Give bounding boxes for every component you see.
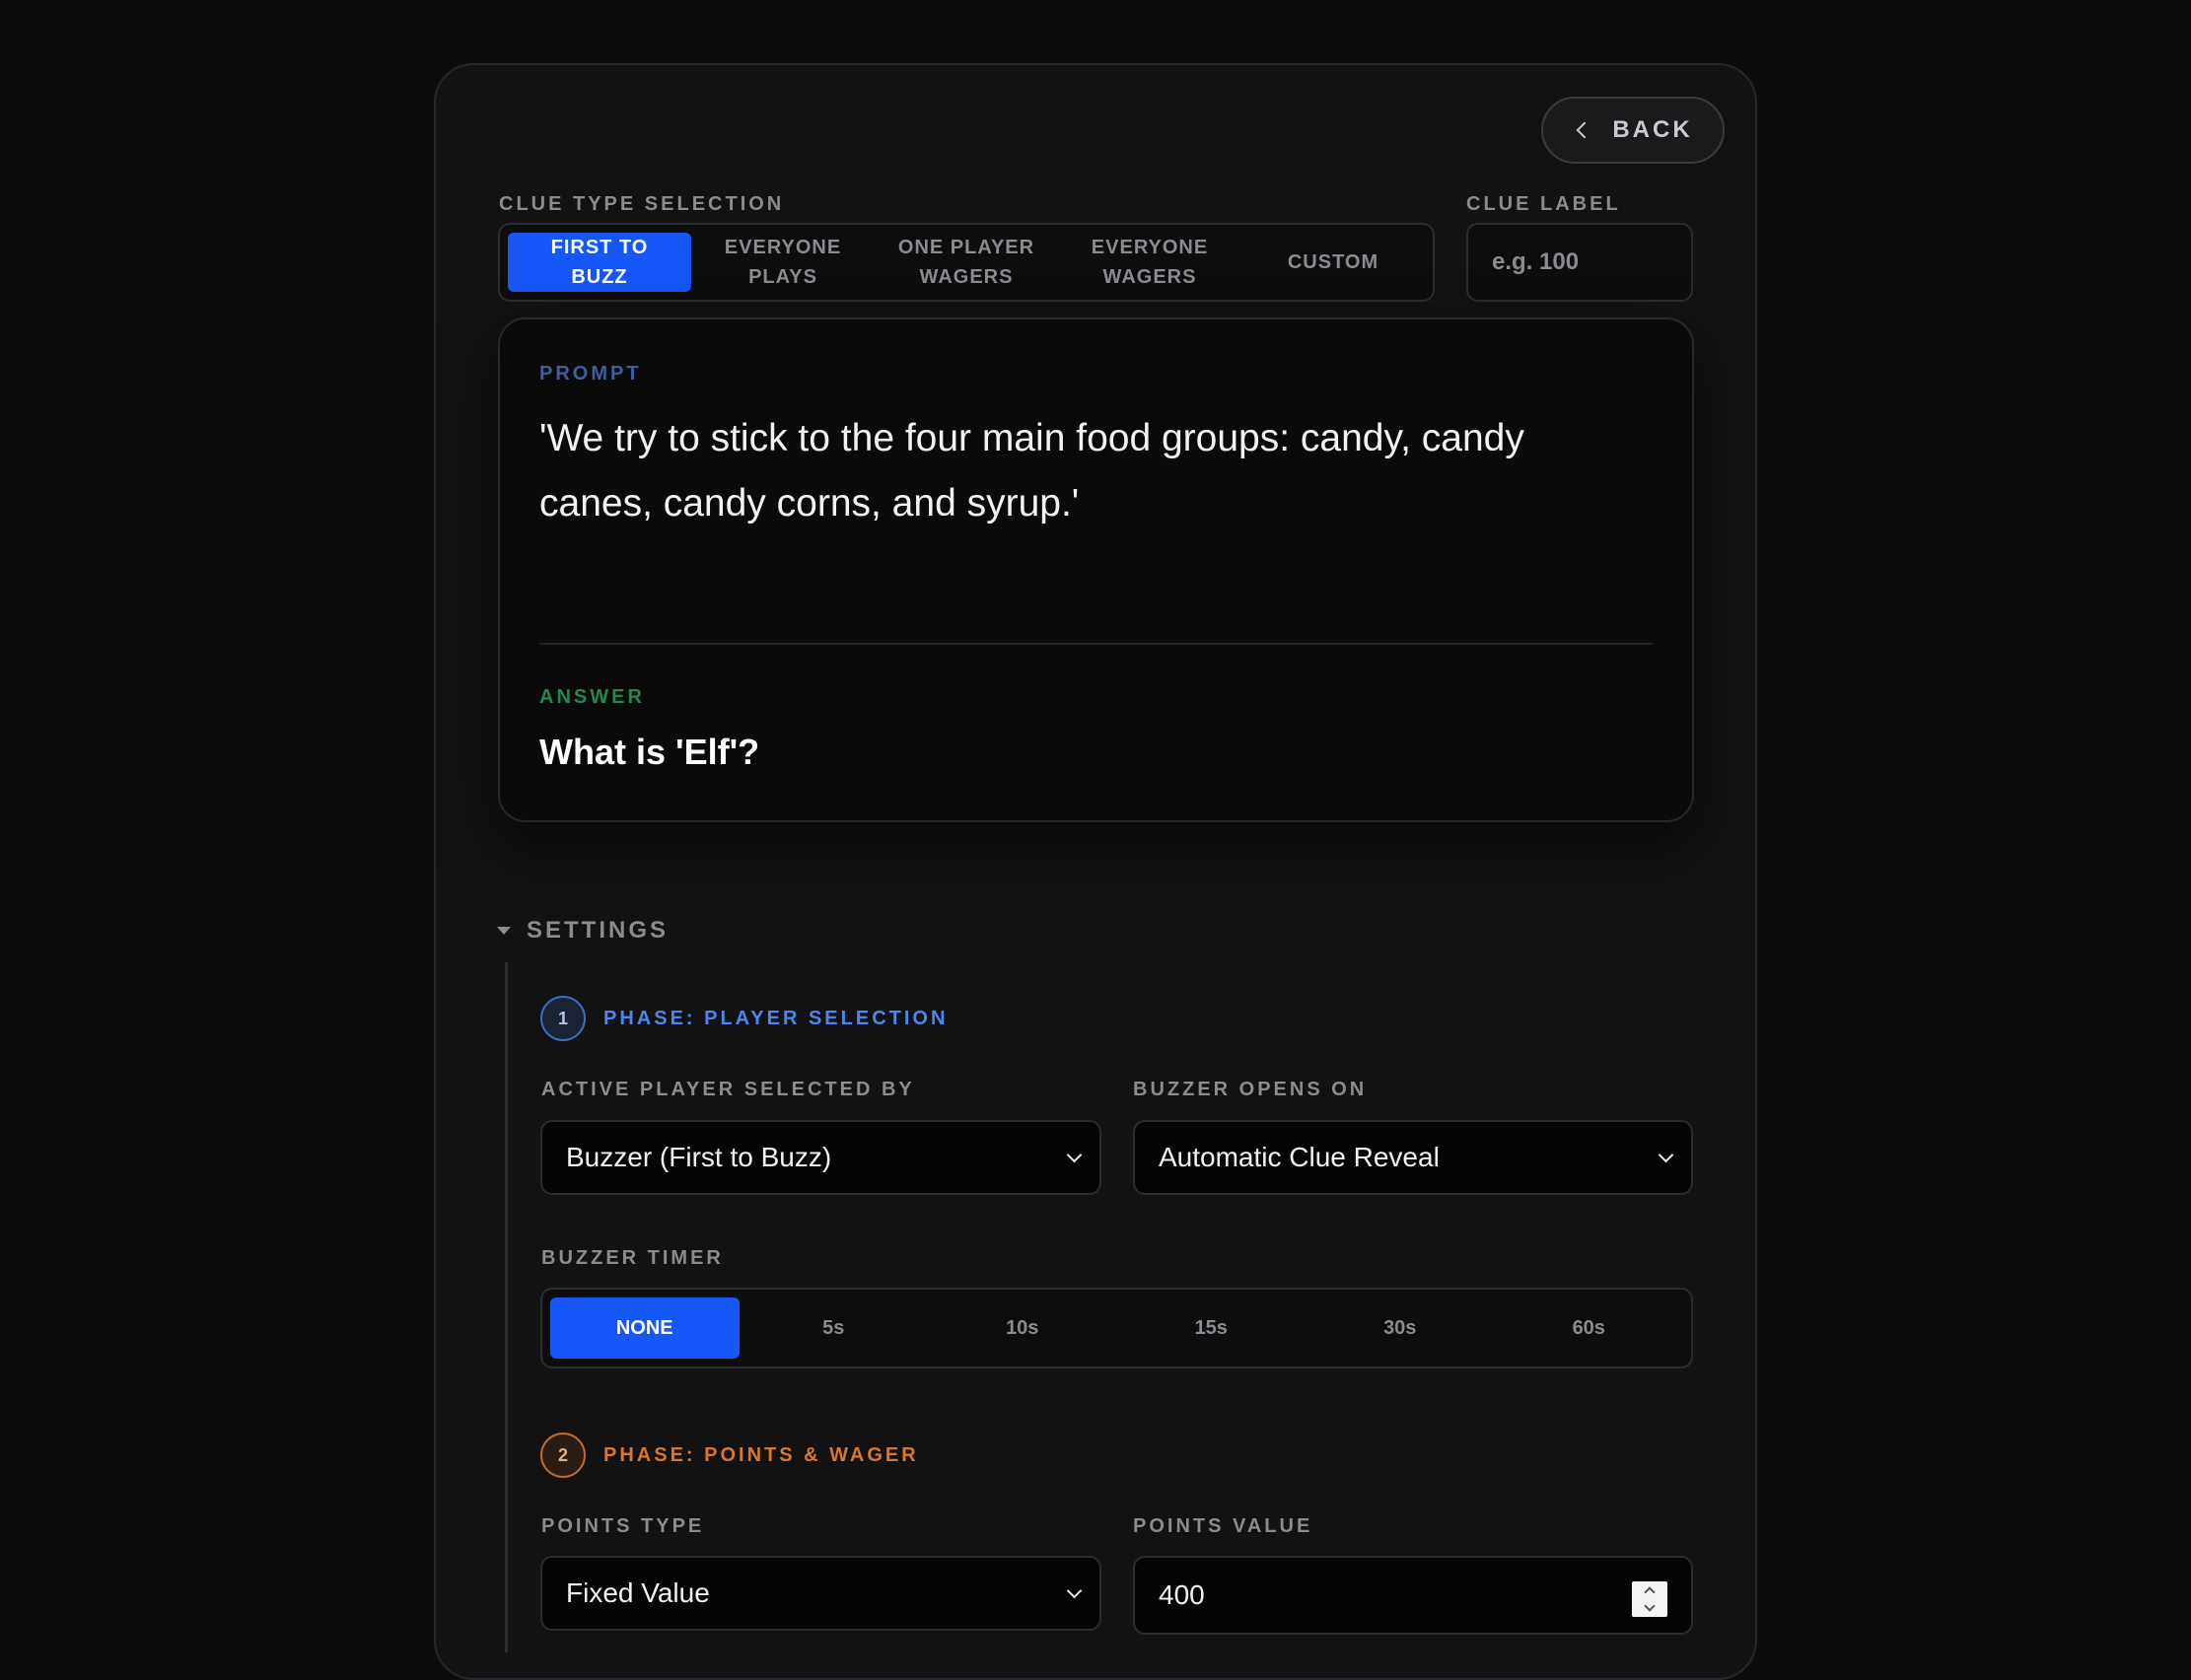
settings-label: SETTINGS	[527, 917, 670, 944]
clue-type-one-player-wagers[interactable]: ONE PLAYER WAGERS	[875, 233, 1058, 292]
phase-2-badge: 2	[540, 1433, 586, 1478]
clue-type-custom[interactable]: CUSTOM	[1241, 233, 1425, 292]
chevron-down-icon	[1066, 1147, 1083, 1163]
settings-rail	[505, 962, 508, 1652]
timer-option-30s[interactable]: 30s	[1306, 1297, 1495, 1359]
buzzer-timer-selector: NONE 5s 10s 15s 30s 60s	[540, 1288, 1693, 1368]
answer-text[interactable]: What is 'Elf'?	[539, 732, 759, 773]
buzzer-opens-select[interactable]: Automatic Clue Reveal	[1133, 1120, 1693, 1195]
points-type-label: POINTS TYPE	[541, 1515, 705, 1537]
phase-points-wager: 2 PHASE: POINTS & WAGER	[540, 1433, 919, 1478]
phase-player-selection: 1 PHASE: PLAYER SELECTION	[540, 996, 948, 1041]
settings-toggle[interactable]: SETTINGS	[497, 917, 669, 945]
clue-label-heading: CLUE LABEL	[1466, 193, 1621, 215]
caret-down-icon	[497, 927, 511, 935]
phase-1-badge: 1	[540, 996, 586, 1041]
timer-option-none[interactable]: NONE	[550, 1297, 740, 1359]
buzzer-opens-value: Automatic Clue Reveal	[1159, 1142, 1440, 1172]
clue-type-everyone-wagers[interactable]: EVERYONE WAGERS	[1058, 233, 1241, 292]
active-player-label: ACTIVE PLAYER SELECTED BY	[541, 1079, 915, 1100]
timer-option-5s[interactable]: 5s	[740, 1297, 929, 1359]
clue-label-placeholder: e.g. 100	[1492, 248, 1580, 275]
timer-option-15s[interactable]: 15s	[1117, 1297, 1307, 1359]
chevron-down-icon	[1658, 1147, 1674, 1163]
clue-type-first-to-buzz[interactable]: FIRST TO BUZZ	[508, 233, 691, 292]
prompt-label: PROMPT	[539, 363, 642, 385]
points-value-input[interactable]: 400	[1133, 1556, 1693, 1635]
points-value: 400	[1159, 1579, 1205, 1610]
active-player-select[interactable]: Buzzer (First to Buzz)	[540, 1120, 1101, 1195]
phase-2-title: PHASE: POINTS & WAGER	[603, 1443, 919, 1466]
points-value-label: POINTS VALUE	[1133, 1515, 1313, 1537]
prompt-text[interactable]: 'We try to stick to the four main food g…	[539, 406, 1644, 536]
chevron-left-icon	[1576, 121, 1593, 139]
clue-type-everyone-plays[interactable]: EVERYONE PLAYS	[691, 233, 875, 292]
points-type-select[interactable]: Fixed Value	[540, 1556, 1101, 1631]
timer-option-60s[interactable]: 60s	[1495, 1297, 1684, 1359]
divider	[539, 643, 1653, 645]
clue-label-input[interactable]: e.g. 100	[1466, 223, 1693, 302]
buzzer-opens-label: BUZZER OPENS ON	[1133, 1079, 1368, 1100]
clue-type-label: CLUE TYPE SELECTION	[499, 193, 785, 215]
chevron-down-icon	[1066, 1582, 1083, 1599]
phase-1-title: PHASE: PLAYER SELECTION	[603, 1007, 949, 1029]
active-player-value: Buzzer (First to Buzz)	[566, 1142, 832, 1172]
back-label: BACK	[1612, 116, 1693, 143]
clue-type-selector: FIRST TO BUZZ EVERYONE PLAYS ONE PLAYER WAG…	[498, 223, 1435, 302]
buzzer-timer-label: BUZZER TIMER	[541, 1247, 724, 1269]
points-type-value: Fixed Value	[566, 1577, 710, 1608]
clue-preview: PROMPT 'We try to stick to the four main…	[498, 317, 1694, 822]
spinner-icon[interactable]	[1632, 1581, 1667, 1617]
back-button[interactable]: BACK	[1541, 97, 1725, 164]
timer-option-10s[interactable]: 10s	[928, 1297, 1117, 1359]
answer-label: ANSWER	[539, 686, 645, 708]
